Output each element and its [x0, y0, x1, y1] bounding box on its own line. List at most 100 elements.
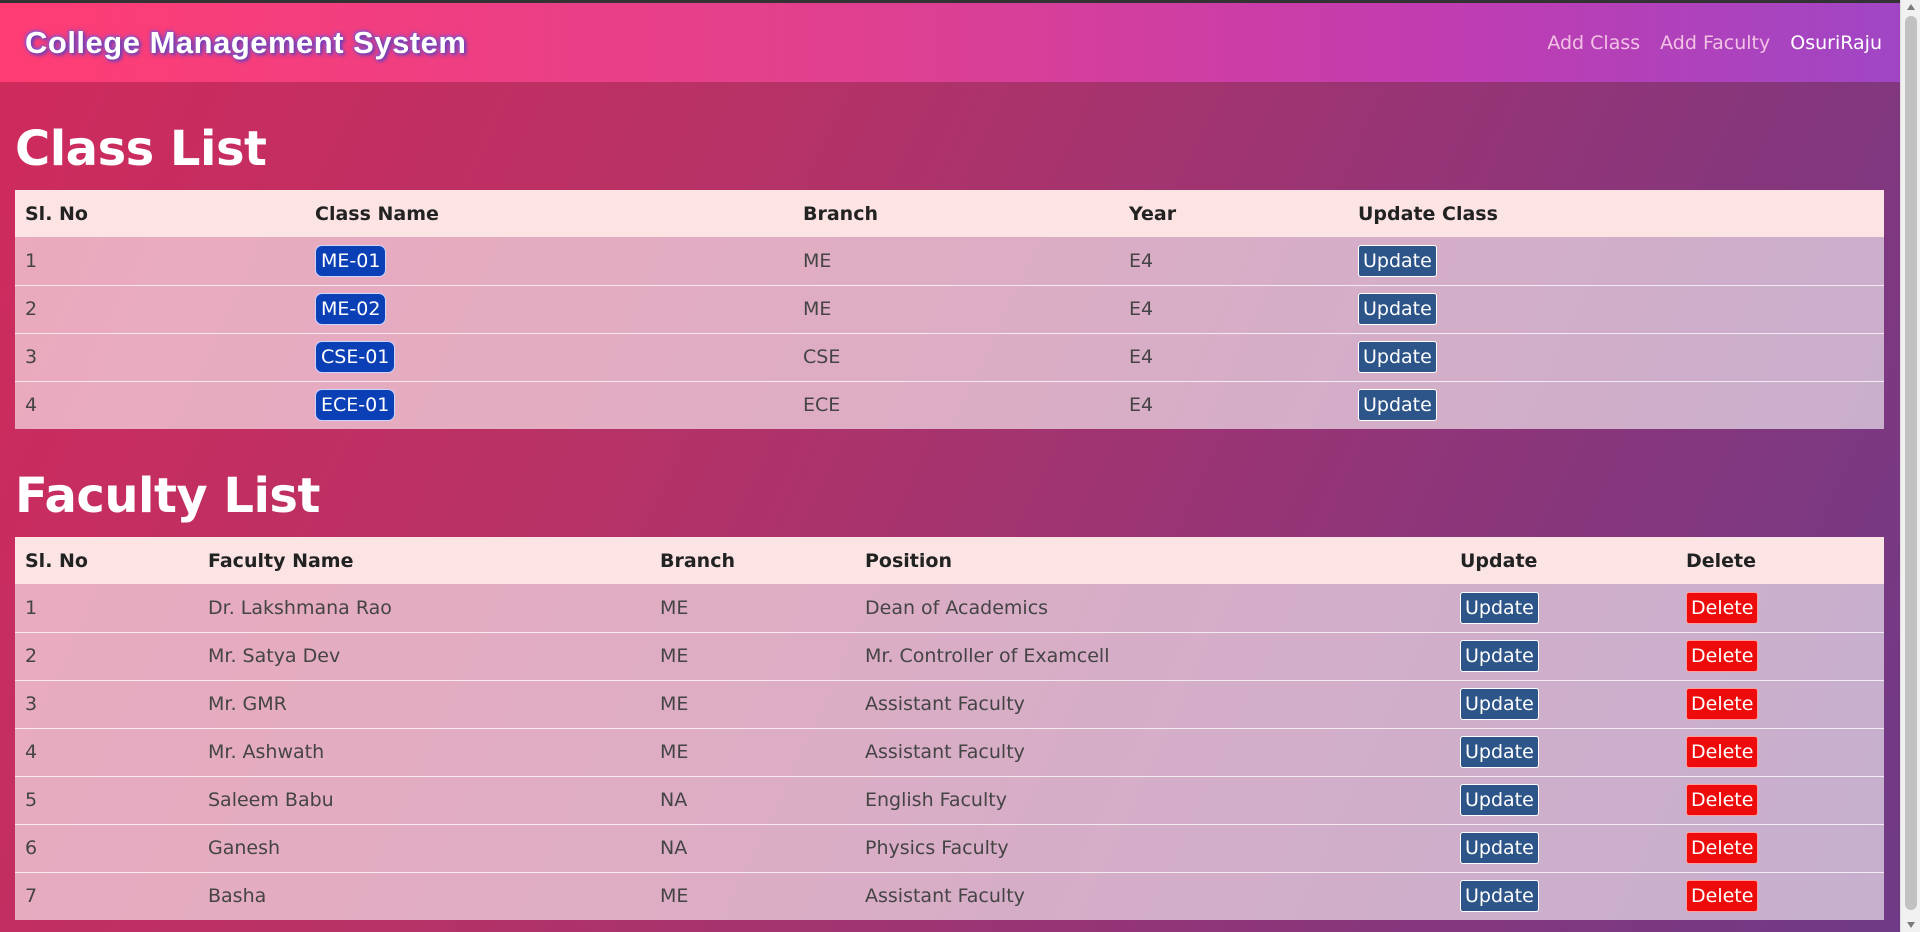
class-list-title: Class List — [15, 121, 267, 177]
cell-sl-no: 2 — [15, 631, 198, 680]
cell-delete: Delete — [1676, 823, 1884, 872]
table-row: 3 CSE-01 CSE E4 Update — [15, 332, 1884, 381]
cell-branch: CSE — [793, 332, 1119, 381]
cell-year: E4 — [1119, 284, 1348, 333]
cell-year: E4 — [1119, 332, 1348, 381]
col-class-name: Class Name — [315, 202, 439, 225]
nav-add-class[interactable]: Add Class — [1547, 32, 1640, 54]
nav-user[interactable]: OsuriRaju — [1790, 32, 1882, 54]
col-sl-no: Sl. No — [25, 549, 88, 572]
update-faculty-button[interactable]: Update — [1460, 688, 1539, 720]
cell-position: Dean of Academics — [865, 596, 1049, 619]
scroll-up-arrow-icon[interactable] — [1907, 4, 1915, 10]
cell-position: Assistant Faculty — [855, 871, 1450, 920]
delete-faculty-button[interactable]: Delete — [1686, 688, 1759, 720]
nav-links: Add Class Add Faculty OsuriRaju — [1547, 32, 1882, 54]
cell-sl-no: 1 — [25, 249, 38, 272]
cell-position: English Faculty — [855, 775, 1450, 824]
table-row: 6 Ganesh NA Physics Faculty Update Delet… — [15, 823, 1884, 872]
cell-delete: Delete — [1676, 584, 1884, 632]
vertical-scrollbar[interactable] — [1900, 0, 1920, 932]
cell-branch: ECE — [793, 380, 1119, 429]
table-row: 1 Dr. Lakshmana Rao ME Dean of Academics… — [15, 584, 1884, 632]
class-name-button[interactable]: ECE-01 — [315, 389, 396, 422]
cell-delete: Delete — [1676, 775, 1884, 824]
update-class-button[interactable]: Update — [1358, 341, 1437, 373]
col-faculty-name: Faculty Name — [208, 549, 354, 572]
cell-branch: NA — [650, 775, 855, 824]
update-faculty-button[interactable]: Update — [1460, 640, 1539, 672]
col-branch: Branch — [803, 202, 878, 225]
col-position: Position — [865, 549, 952, 572]
table-row: 4 ECE-01 ECE E4 Update — [15, 380, 1884, 429]
cell-sl-no: 3 — [15, 332, 305, 381]
cell-sl-no: 5 — [15, 775, 198, 824]
class-name-button[interactable]: CSE-01 — [315, 341, 396, 373]
update-faculty-button[interactable]: Update — [1460, 784, 1539, 816]
cell-branch: ME — [650, 727, 855, 776]
cell-delete: Delete — [1676, 727, 1884, 776]
update-faculty-button[interactable]: Update — [1460, 832, 1539, 864]
class-table-header: Sl. No Class Name Branch Year Update Cla… — [15, 190, 1884, 237]
cell-class-name: ME-02 — [305, 284, 793, 333]
delete-faculty-button[interactable]: Delete — [1686, 640, 1759, 672]
class-name-button[interactable]: ME-02 — [315, 293, 387, 325]
cell-update: Update — [1450, 631, 1676, 680]
delete-faculty-button[interactable]: Delete — [1686, 784, 1759, 816]
cell-branch: NA — [650, 823, 855, 872]
col-delete: Delete — [1686, 549, 1757, 572]
cell-faculty-name: Ganesh — [198, 823, 650, 872]
col-sl-no: Sl. No — [25, 202, 88, 225]
scroll-down-arrow-icon[interactable] — [1907, 922, 1915, 928]
table-row: 2 ME-02 ME E4 Update — [15, 284, 1884, 333]
table-row: 5 Saleem Babu NA English Faculty Update … — [15, 775, 1884, 824]
cell-update: Update — [1450, 727, 1676, 776]
cell-faculty-name: Basha — [198, 871, 650, 920]
table-row: 3 Mr. GMR ME Assistant Faculty Update De… — [15, 679, 1884, 728]
brand-title: College Management System — [25, 24, 467, 60]
cell-sl-no: 2 — [15, 284, 305, 333]
cell-class-name: ECE-01 — [305, 380, 793, 429]
delete-faculty-button[interactable]: Delete — [1686, 736, 1759, 768]
cell-delete: Delete — [1676, 631, 1884, 680]
cell-faculty-name: Saleem Babu — [198, 775, 650, 824]
nav-add-faculty[interactable]: Add Faculty — [1660, 32, 1770, 54]
cell-sl-no: 4 — [15, 727, 198, 776]
cell-update: Update — [1348, 237, 1884, 285]
cell-sl-no: 7 — [15, 871, 198, 920]
delete-faculty-button[interactable]: Delete — [1686, 880, 1759, 913]
cell-position: Mr. Controller of Examcell — [855, 631, 1450, 680]
table-row: 1 ME-01 ME E4 Update — [15, 237, 1884, 285]
update-faculty-button[interactable]: Update — [1460, 736, 1539, 768]
update-class-button[interactable]: Update — [1358, 293, 1437, 325]
cell-update: Update — [1450, 823, 1676, 872]
cell-update: Update — [1348, 284, 1884, 333]
cell-faculty-name: Dr. Lakshmana Rao — [208, 596, 392, 619]
faculty-list-title: Faculty List — [15, 468, 320, 524]
update-faculty-button[interactable]: Update — [1460, 591, 1539, 624]
col-update: Update — [1460, 549, 1538, 572]
cell-sl-no: 1 — [25, 596, 38, 619]
update-class-button[interactable]: Update — [1358, 389, 1437, 422]
cell-class-name: ME-01 — [305, 237, 793, 285]
update-class-button[interactable]: Update — [1358, 244, 1437, 277]
cell-delete: Delete — [1676, 871, 1884, 920]
top-navbar: College Management System Add Class Add … — [0, 0, 1900, 82]
delete-faculty-button[interactable]: Delete — [1686, 591, 1759, 624]
cell-branch: ME — [650, 631, 855, 680]
delete-faculty-button[interactable]: Delete — [1686, 832, 1759, 864]
cell-sl-no: 4 — [15, 380, 305, 429]
cell-update: Update — [1450, 775, 1676, 824]
cell-sl-no: 3 — [15, 679, 198, 728]
cell-position: Assistant Faculty — [855, 679, 1450, 728]
cell-faculty-name: Mr. Satya Dev — [198, 631, 650, 680]
cell-year: E4 — [1129, 249, 1154, 272]
cell-delete: Delete — [1676, 679, 1884, 728]
faculty-table-header: Sl. No Faculty Name Branch Position Upda… — [15, 537, 1884, 584]
class-name-button[interactable]: ME-01 — [315, 244, 387, 277]
faculty-table: Sl. No Faculty Name Branch Position Upda… — [15, 537, 1884, 920]
cell-update: Update — [1348, 332, 1884, 381]
update-faculty-button[interactable]: Update — [1460, 880, 1539, 913]
scroll-thumb[interactable] — [1905, 16, 1917, 910]
col-update-class: Update Class — [1358, 202, 1498, 225]
